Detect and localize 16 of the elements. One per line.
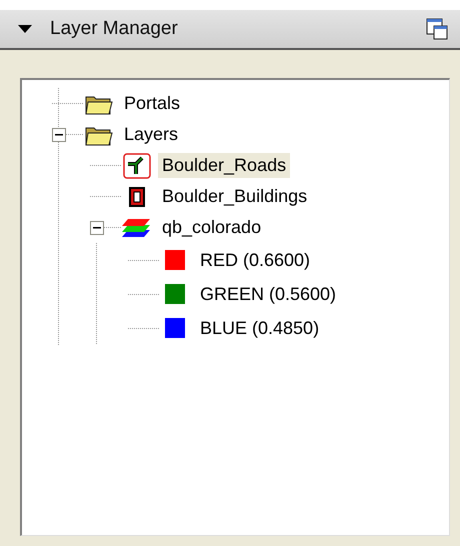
tree-item[interactable]: RED (0.6600) xyxy=(196,248,314,272)
window-layout-icon[interactable] xyxy=(426,18,448,40)
tree-item[interactable]: Portals xyxy=(120,91,184,116)
tree-item[interactable]: Layers xyxy=(120,122,182,147)
polygon-layer-icon xyxy=(128,186,146,208)
panel-title: Layer Manager xyxy=(50,18,179,40)
collapse-toggle[interactable] xyxy=(52,128,66,142)
tree-item[interactable]: GREEN (0.5600) xyxy=(196,282,340,306)
raster-stack-icon xyxy=(122,216,152,238)
tree-item[interactable]: Boulder_Roads xyxy=(158,153,290,178)
tree-item[interactable]: BLUE (0.4850) xyxy=(196,316,324,340)
collapse-arrow-icon[interactable] xyxy=(18,24,32,34)
line-layer-icon xyxy=(123,152,151,178)
collapse-toggle[interactable] xyxy=(90,220,104,234)
tree-item[interactable]: qb_colorado xyxy=(158,215,266,240)
tree-item[interactable]: Boulder_Buildings xyxy=(158,184,312,209)
